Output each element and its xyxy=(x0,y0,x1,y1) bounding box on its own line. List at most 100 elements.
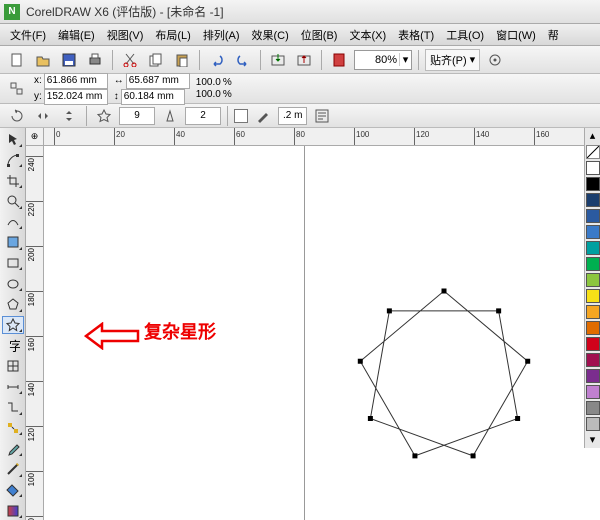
interactive-tool[interactable] xyxy=(2,419,24,438)
ruler-origin[interactable]: ⊕ xyxy=(26,128,44,146)
freehand-tool[interactable] xyxy=(2,213,24,232)
outline-width-dropdown[interactable]: .2 m xyxy=(278,107,307,125)
polygon-tool[interactable] xyxy=(2,295,24,314)
color-swatch[interactable] xyxy=(586,177,600,191)
menu-help[interactable]: 帮 xyxy=(542,25,565,45)
publish-pdf-button[interactable] xyxy=(328,49,350,71)
print-button[interactable] xyxy=(84,49,106,71)
color-swatch[interactable] xyxy=(586,225,600,239)
menu-layout[interactable]: 布局(L) xyxy=(149,25,196,45)
color-swatch[interactable] xyxy=(586,241,600,255)
x-input[interactable] xyxy=(44,73,108,89)
mirror-v-button[interactable] xyxy=(58,105,80,127)
separator xyxy=(199,50,200,70)
menu-tools[interactable]: 工具(O) xyxy=(440,25,490,45)
undo-button[interactable] xyxy=(206,49,228,71)
import-button[interactable] xyxy=(267,49,289,71)
outline-tool[interactable] xyxy=(2,460,24,479)
color-swatch[interactable] xyxy=(586,161,600,175)
scale-x: 100.0 xyxy=(196,77,221,89)
zoom-tool[interactable] xyxy=(2,192,24,211)
vertical-ruler[interactable]: 24022020018016014012010080 xyxy=(26,146,44,520)
menu-file[interactable]: 文件(F) xyxy=(4,25,52,45)
open-button[interactable] xyxy=(32,49,54,71)
palette-scroll-down[interactable]: ▾ xyxy=(586,433,600,447)
separator xyxy=(227,106,228,126)
options-button[interactable] xyxy=(484,49,506,71)
color-swatch[interactable] xyxy=(586,193,600,207)
app-icon: N xyxy=(4,4,20,20)
menu-edit[interactable]: 编辑(E) xyxy=(52,25,101,45)
pick-tool[interactable] xyxy=(2,130,24,149)
sharpness-input[interactable] xyxy=(185,107,221,125)
horizontal-ruler[interactable]: 020406080100120140160180 xyxy=(44,128,600,146)
interactive-fill-tool[interactable] xyxy=(2,501,24,520)
text-tool[interactable]: 字 xyxy=(2,336,24,355)
page-boundary xyxy=(304,146,305,520)
canvas[interactable]: 复杂星形 xyxy=(44,146,600,520)
menu-effects[interactable]: 效果(C) xyxy=(246,25,295,45)
menu-bitmap[interactable]: 位图(B) xyxy=(295,25,344,45)
ellipse-tool[interactable] xyxy=(2,274,24,293)
size-readout: ↔ ↕ xyxy=(114,73,190,105)
toolbox: 字 xyxy=(0,128,26,520)
complex-star-shape[interactable] xyxy=(344,276,544,476)
color-swatch[interactable] xyxy=(586,401,600,415)
zoom-dropdown-icon[interactable]: ▾ xyxy=(399,53,411,66)
points-input[interactable] xyxy=(119,107,155,125)
new-button[interactable] xyxy=(6,49,28,71)
cut-button[interactable] xyxy=(119,49,141,71)
round-corners-checkbox[interactable] xyxy=(234,109,248,123)
shape-tool[interactable] xyxy=(2,151,24,170)
connector-tool[interactable] xyxy=(2,398,24,417)
separator xyxy=(321,50,322,70)
snap-label: 贴齐(P) xyxy=(430,52,467,68)
palette-scroll-up[interactable]: ▴ xyxy=(586,129,600,143)
copy-button[interactable] xyxy=(145,49,167,71)
color-swatch[interactable] xyxy=(586,257,600,271)
separator xyxy=(418,50,419,70)
paste-button[interactable] xyxy=(171,49,193,71)
menu-text[interactable]: 文本(X) xyxy=(343,25,392,45)
color-swatch[interactable] xyxy=(586,385,600,399)
wrap-text-button[interactable] xyxy=(311,105,333,127)
eyedropper-tool[interactable] xyxy=(2,439,24,458)
width-icon: ↔ xyxy=(114,75,124,87)
color-swatch[interactable] xyxy=(586,305,600,319)
no-color-swatch[interactable] xyxy=(586,145,600,159)
color-swatch[interactable] xyxy=(586,337,600,351)
save-button[interactable] xyxy=(58,49,80,71)
smart-fill-tool[interactable] xyxy=(2,233,24,252)
snap-to-button[interactable]: 贴齐(P)▾ xyxy=(425,49,480,71)
color-swatch[interactable] xyxy=(586,321,600,335)
y-input[interactable] xyxy=(44,89,108,105)
menu-view[interactable]: 视图(V) xyxy=(101,25,150,45)
table-tool[interactable] xyxy=(2,357,24,376)
mirror-h-button[interactable] xyxy=(32,105,54,127)
zoom-input[interactable] xyxy=(355,51,399,69)
color-swatch[interactable] xyxy=(586,289,600,303)
complex-star-tool[interactable] xyxy=(2,316,24,335)
color-swatch[interactable] xyxy=(586,209,600,223)
height-input[interactable] xyxy=(121,89,185,105)
color-swatch[interactable] xyxy=(586,353,600,367)
main-area: 字 ⊕ 020406080100120140160180 24022020018… xyxy=(0,128,600,520)
redo-button[interactable] xyxy=(232,49,254,71)
color-swatch[interactable] xyxy=(586,417,600,431)
rectangle-tool[interactable] xyxy=(2,254,24,273)
scale-readout: 100.0% 100.0% xyxy=(196,77,232,101)
fill-tool[interactable] xyxy=(2,481,24,500)
color-swatch[interactable] xyxy=(586,369,600,383)
annotation-arrow-icon xyxy=(84,322,140,350)
color-swatch[interactable] xyxy=(586,273,600,287)
width-input[interactable] xyxy=(126,73,190,89)
svg-text:字: 字 xyxy=(9,339,20,353)
menu-table[interactable]: 表格(T) xyxy=(392,25,440,45)
menu-arrange[interactable]: 排列(A) xyxy=(197,25,246,45)
dimension-tool[interactable] xyxy=(2,378,24,397)
separator xyxy=(112,50,113,70)
zoom-level[interactable]: ▾ xyxy=(354,50,412,70)
export-button[interactable] xyxy=(293,49,315,71)
menu-window[interactable]: 窗口(W) xyxy=(490,25,542,45)
crop-tool[interactable] xyxy=(2,171,24,190)
